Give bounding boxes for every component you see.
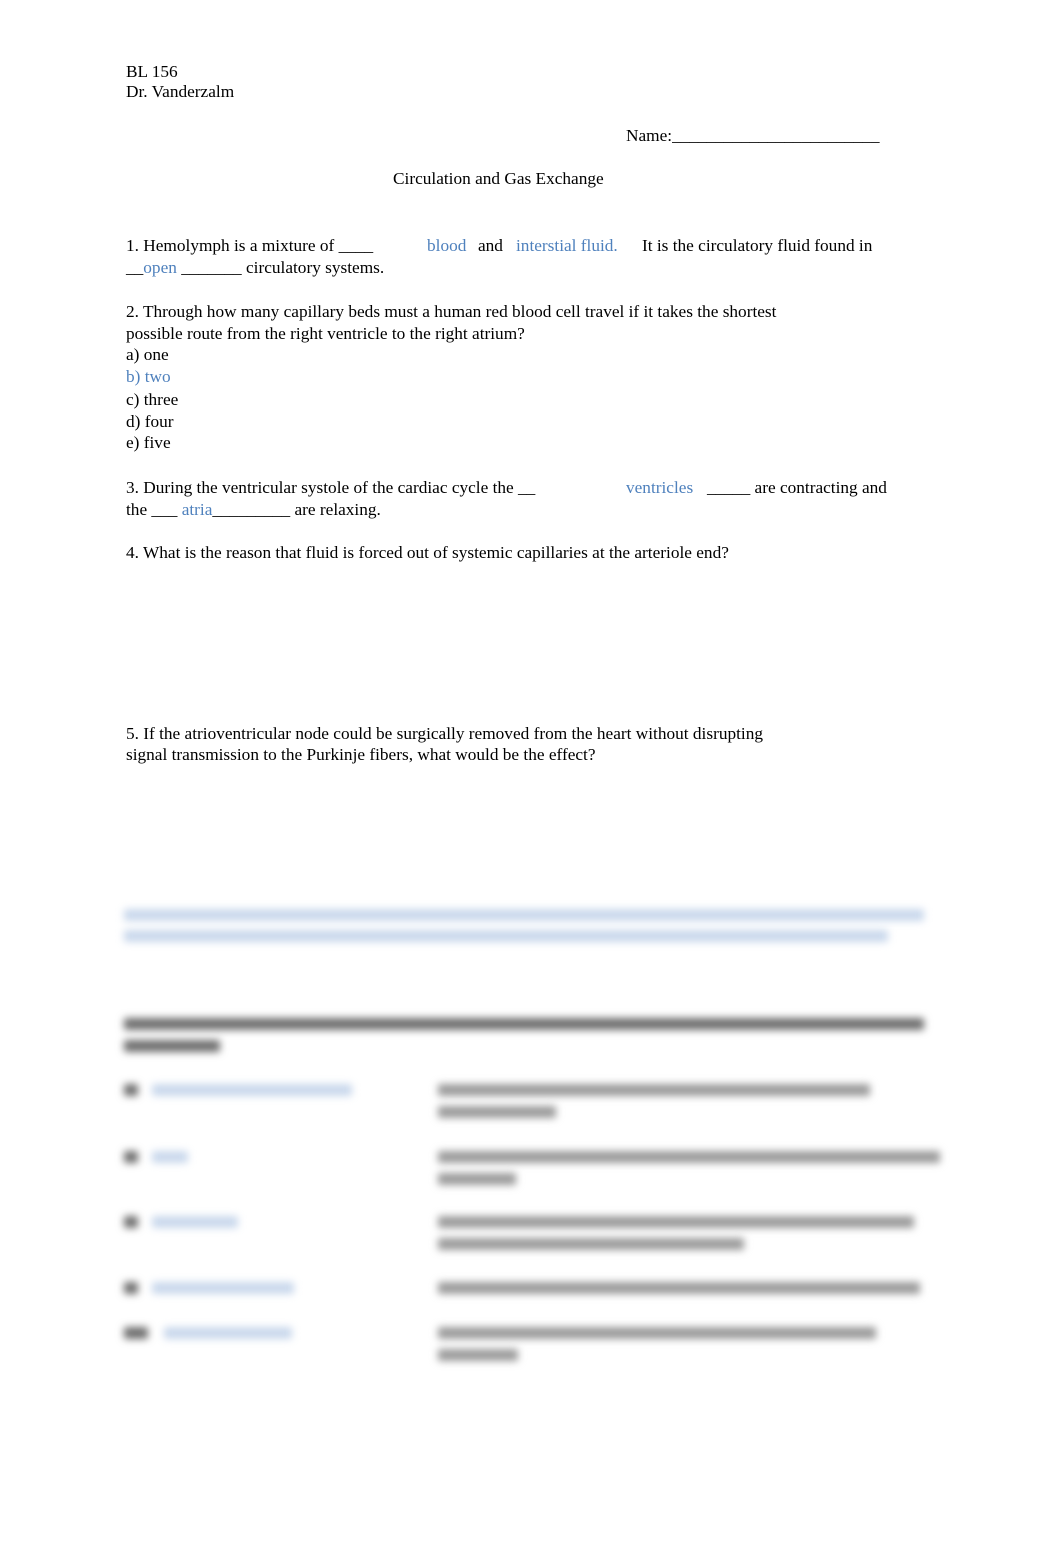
q3-text-start: 3. During the ventricular systole of the… bbox=[126, 478, 536, 497]
name-blank[interactable]: ________________________ bbox=[672, 126, 879, 145]
q1-answer-blood: blood bbox=[427, 236, 467, 255]
blurred-answer-line bbox=[124, 930, 888, 942]
q1-line2-end: _______ circulatory systems. bbox=[176, 258, 385, 277]
course-code: BL 156 bbox=[126, 62, 178, 81]
q3-line2-start: the ___ bbox=[126, 500, 182, 519]
page-title: Circulation and Gas Exchange bbox=[393, 169, 604, 188]
q2-option-c: c) three bbox=[126, 390, 179, 409]
q1-blank-prefix: __ bbox=[126, 258, 144, 277]
q2-option-b-answer: b) two bbox=[126, 367, 171, 386]
blurred-heading-line bbox=[124, 1018, 924, 1030]
q3-line2-end: _________ are relaxing. bbox=[212, 500, 381, 519]
q2-option-d: d) four bbox=[126, 412, 174, 431]
q1-text-start: 1. Hemolymph is a mixture of ____ bbox=[126, 236, 374, 255]
q2-option-a: a) one bbox=[126, 345, 169, 364]
q2-text-line1: 2. Through how many capillary beds must … bbox=[126, 302, 777, 321]
q5-text-line1: 5. If the atrioventricular node could be… bbox=[126, 724, 763, 743]
q5-text-line2: signal transmission to the Purkinje fibe… bbox=[126, 745, 596, 764]
name-label: Name: bbox=[626, 126, 673, 145]
q1-answer-open: open bbox=[143, 258, 177, 277]
question-4: 4. What is the reason that fluid is forc… bbox=[126, 543, 729, 562]
q1-text-end: It is the circulatory fluid found in bbox=[642, 236, 873, 255]
blurred-answer-line bbox=[124, 909, 924, 921]
q2-text-line2: possible route from the right ventricle … bbox=[126, 324, 525, 343]
blurred-heading-line bbox=[124, 1040, 220, 1052]
q3-text-mid: _____ are contracting and bbox=[707, 478, 887, 497]
name-field[interactable]: Name:________________________ bbox=[626, 125, 879, 147]
q3-answer-atria: atria bbox=[181, 500, 213, 519]
q2-option-e: e) five bbox=[126, 433, 171, 452]
q1-and: and bbox=[478, 236, 503, 255]
instructor-name: Dr. Vanderzalm bbox=[126, 82, 235, 101]
q1-answer-interstitial: interstial fluid. bbox=[516, 236, 618, 255]
q3-answer-ventricles: ventricles bbox=[626, 478, 694, 497]
